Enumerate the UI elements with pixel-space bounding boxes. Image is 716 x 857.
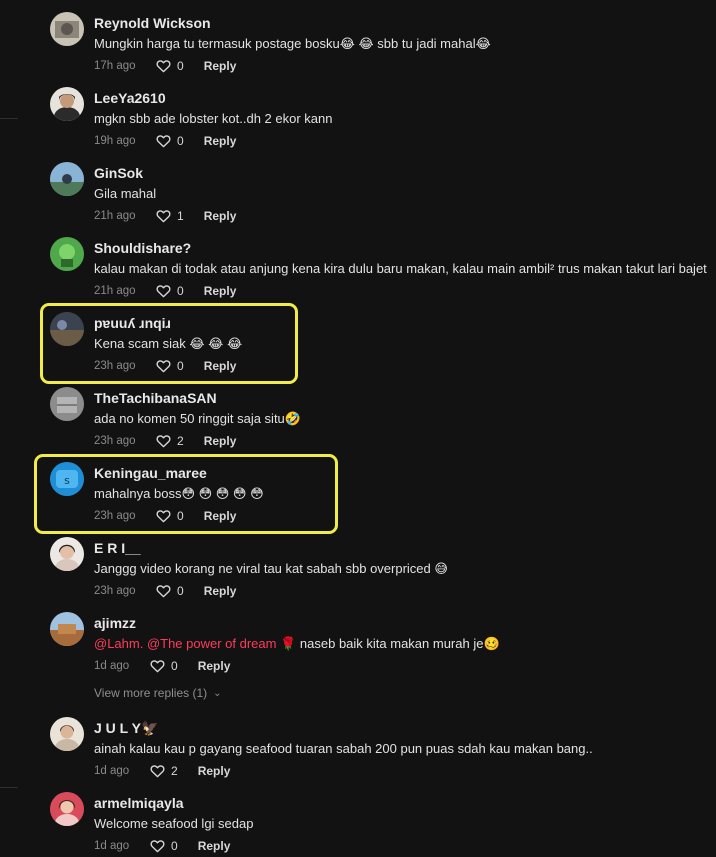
like-button[interactable]: 0 [156, 59, 184, 73]
like-count: 1 [177, 209, 184, 223]
comment-item: ajimzz @Lahm. @The power of dream 🌹 nase… [50, 600, 716, 675]
comment-text: kalau makan di todak atau anjung kena ki… [94, 261, 707, 276]
view-more-replies-label: View more replies (1) [94, 686, 208, 700]
edge-divider [0, 118, 18, 119]
avatar[interactable] [50, 87, 84, 121]
view-more-replies-button[interactable]: View more replies (1) ⌄ [94, 686, 222, 700]
edge-divider [0, 787, 18, 788]
heart-outline-icon [150, 660, 165, 673]
comment-time: 23h ago [94, 435, 136, 447]
comment-meta: 1d ago 2 Reply [94, 763, 230, 779]
reply-button[interactable]: Reply [204, 284, 237, 298]
like-count: 0 [171, 839, 178, 853]
comment-item: armelmiqayla Welcome seafood lgi sedap 1… [50, 780, 716, 855]
like-count: 0 [177, 584, 184, 598]
heart-outline-icon [156, 135, 171, 148]
avatar[interactable] [50, 537, 84, 571]
comment-username[interactable]: GinSok [94, 165, 143, 181]
comment-time: 1d ago [94, 660, 130, 672]
avatar[interactable] [50, 792, 84, 826]
reply-button[interactable]: Reply [204, 59, 237, 73]
heart-outline-icon [150, 840, 165, 853]
comment-text: ainah kalau kau p gayang seafood tuaran … [94, 741, 593, 756]
comment-meta: 19h ago 0 Reply [94, 133, 236, 149]
comment-meta: 23h ago 2 Reply [94, 433, 236, 449]
comment-meta: 1d ago 0 Reply [94, 838, 230, 854]
like-button[interactable]: 0 [156, 134, 184, 148]
reply-button[interactable]: Reply [204, 134, 237, 148]
comment-meta: 21h ago 1 Reply [94, 208, 236, 224]
comment-username[interactable]: ajimzz [94, 615, 136, 631]
comment-item: TheTachibanaSAN ada no komen 50 ringgit … [50, 375, 716, 450]
comment-username[interactable]: Reynold Wickson [94, 15, 211, 31]
comment-username[interactable]: J U L Y🦅 [94, 720, 158, 737]
heart-outline-icon [156, 435, 171, 448]
mention-link[interactable]: @Lahm. @The power of dream [94, 636, 276, 651]
comment-item: GinSok Gila mahal 21h ago 1 Reply [50, 150, 716, 225]
reply-button[interactable]: Reply [204, 434, 237, 448]
like-count: 2 [171, 764, 178, 778]
comment-text: Gila mahal [94, 186, 157, 201]
comment-text: ada no komen 50 ringgit saja situ🤣 [94, 411, 301, 426]
heart-outline-icon [156, 60, 171, 73]
comment-text: Janggg video korang ne viral tau kat sab… [94, 561, 448, 576]
reply-button[interactable]: Reply [204, 584, 237, 598]
like-button[interactable]: 0 [150, 659, 178, 673]
like-button[interactable]: 2 [156, 434, 184, 448]
avatar[interactable] [50, 387, 84, 421]
chevron-down-icon: ⌄ [213, 687, 222, 699]
avatar[interactable] [50, 162, 84, 196]
comment-item: Shouldishare? kalau makan di todak atau … [50, 225, 716, 300]
comment-username[interactable]: Shouldishare? [94, 240, 191, 256]
reply-button[interactable]: Reply [204, 209, 237, 223]
comment-meta: 1d ago 0 Reply [94, 658, 230, 674]
heart-outline-icon [156, 285, 171, 298]
reply-button[interactable]: Reply [198, 764, 231, 778]
comment-username[interactable]: TheTachibanaSAN [94, 390, 217, 406]
reply-button[interactable]: Reply [198, 659, 231, 673]
like-count: 0 [177, 59, 184, 73]
like-count: 0 [177, 284, 184, 298]
comment-meta: 23h ago 0 Reply [94, 583, 236, 599]
comment-item: E R I__ Janggg video korang ne viral tau… [50, 525, 716, 600]
like-button[interactable]: 0 [150, 839, 178, 853]
comment-item: Reynold Wickson Mungkin harga tu termasu… [50, 0, 716, 75]
comment-time: 1d ago [94, 840, 130, 852]
highlight-box [34, 454, 338, 534]
comment-time: 23h ago [94, 585, 136, 597]
comment-text: mgkn sbb ade lobster kot..dh 2 ekor kann [94, 111, 333, 126]
avatar[interactable] [50, 612, 84, 646]
comment-text: Welcome seafood lgi sedap [94, 816, 254, 831]
avatar[interactable] [50, 717, 84, 751]
comment-text-body: 🌹 naseb baik kita makan murah je🥴 [280, 636, 500, 651]
like-button[interactable]: 0 [156, 284, 184, 298]
comment-time: 19h ago [94, 135, 136, 147]
comment-time: 17h ago [94, 60, 136, 72]
comment-time: 21h ago [94, 285, 136, 297]
like-count: 2 [177, 434, 184, 448]
comment-item: J U L Y🦅 ainah kalau kau p gayang seafoo… [50, 705, 716, 780]
like-button[interactable]: 0 [156, 584, 184, 598]
comment-text: @Lahm. @The power of dream 🌹 naseb baik … [94, 636, 500, 652]
like-button[interactable]: 2 [150, 764, 178, 778]
avatar[interactable] [50, 12, 84, 46]
highlight-box [40, 303, 298, 384]
comment-username[interactable]: E R I__ [94, 540, 141, 556]
heart-outline-icon [156, 585, 171, 598]
like-count: 0 [171, 659, 178, 673]
comment-item: LeeYa2610 mgkn sbb ade lobster kot..dh 2… [50, 75, 716, 150]
avatar[interactable] [50, 237, 84, 271]
comment-username[interactable]: armelmiqayla [94, 795, 184, 811]
comment-time: 21h ago [94, 210, 136, 222]
comment-text: Mungkin harga tu termasuk postage bosku😂… [94, 36, 491, 51]
heart-outline-icon [150, 765, 165, 778]
comment-meta: 17h ago 0 Reply [94, 58, 236, 74]
like-button[interactable]: 1 [156, 209, 184, 223]
like-count: 0 [177, 134, 184, 148]
heart-outline-icon [156, 210, 171, 223]
comment-username[interactable]: LeeYa2610 [94, 90, 166, 106]
reply-button[interactable]: Reply [198, 839, 231, 853]
comment-time: 1d ago [94, 765, 130, 777]
comment-meta: 21h ago 0 Reply [94, 283, 236, 299]
